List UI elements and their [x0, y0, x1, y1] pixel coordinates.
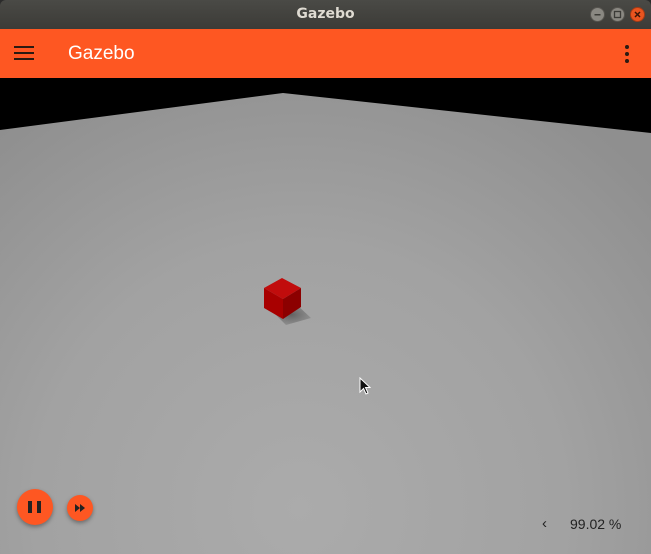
- pause-icon: [28, 501, 41, 513]
- scene-viewport[interactable]: [0, 78, 651, 554]
- close-button[interactable]: [630, 7, 645, 22]
- window-title: Gazebo: [296, 6, 355, 22]
- app-toolbar: Gazebo: [0, 29, 651, 78]
- hamburger-menu-icon[interactable]: [14, 45, 34, 61]
- minimize-button[interactable]: [590, 7, 605, 22]
- minimize-icon: [594, 14, 601, 16]
- more-vertical-icon[interactable]: [622, 44, 632, 64]
- real-time-factor-value: 99.02 %: [570, 516, 622, 532]
- mouse-cursor-icon: [359, 377, 371, 395]
- ground-plane: [0, 93, 651, 554]
- fast-forward-icon: [75, 504, 85, 512]
- close-icon: [634, 11, 641, 18]
- maximize-icon: [613, 10, 622, 19]
- step-forward-button[interactable]: [67, 495, 93, 521]
- app-title: Gazebo: [68, 43, 135, 64]
- pause-button[interactable]: [17, 489, 53, 525]
- maximize-button[interactable]: [610, 7, 625, 22]
- scene-render: [0, 78, 651, 554]
- window-titlebar: Gazebo: [0, 0, 651, 29]
- chevron-left-icon[interactable]: ‹: [542, 515, 554, 533]
